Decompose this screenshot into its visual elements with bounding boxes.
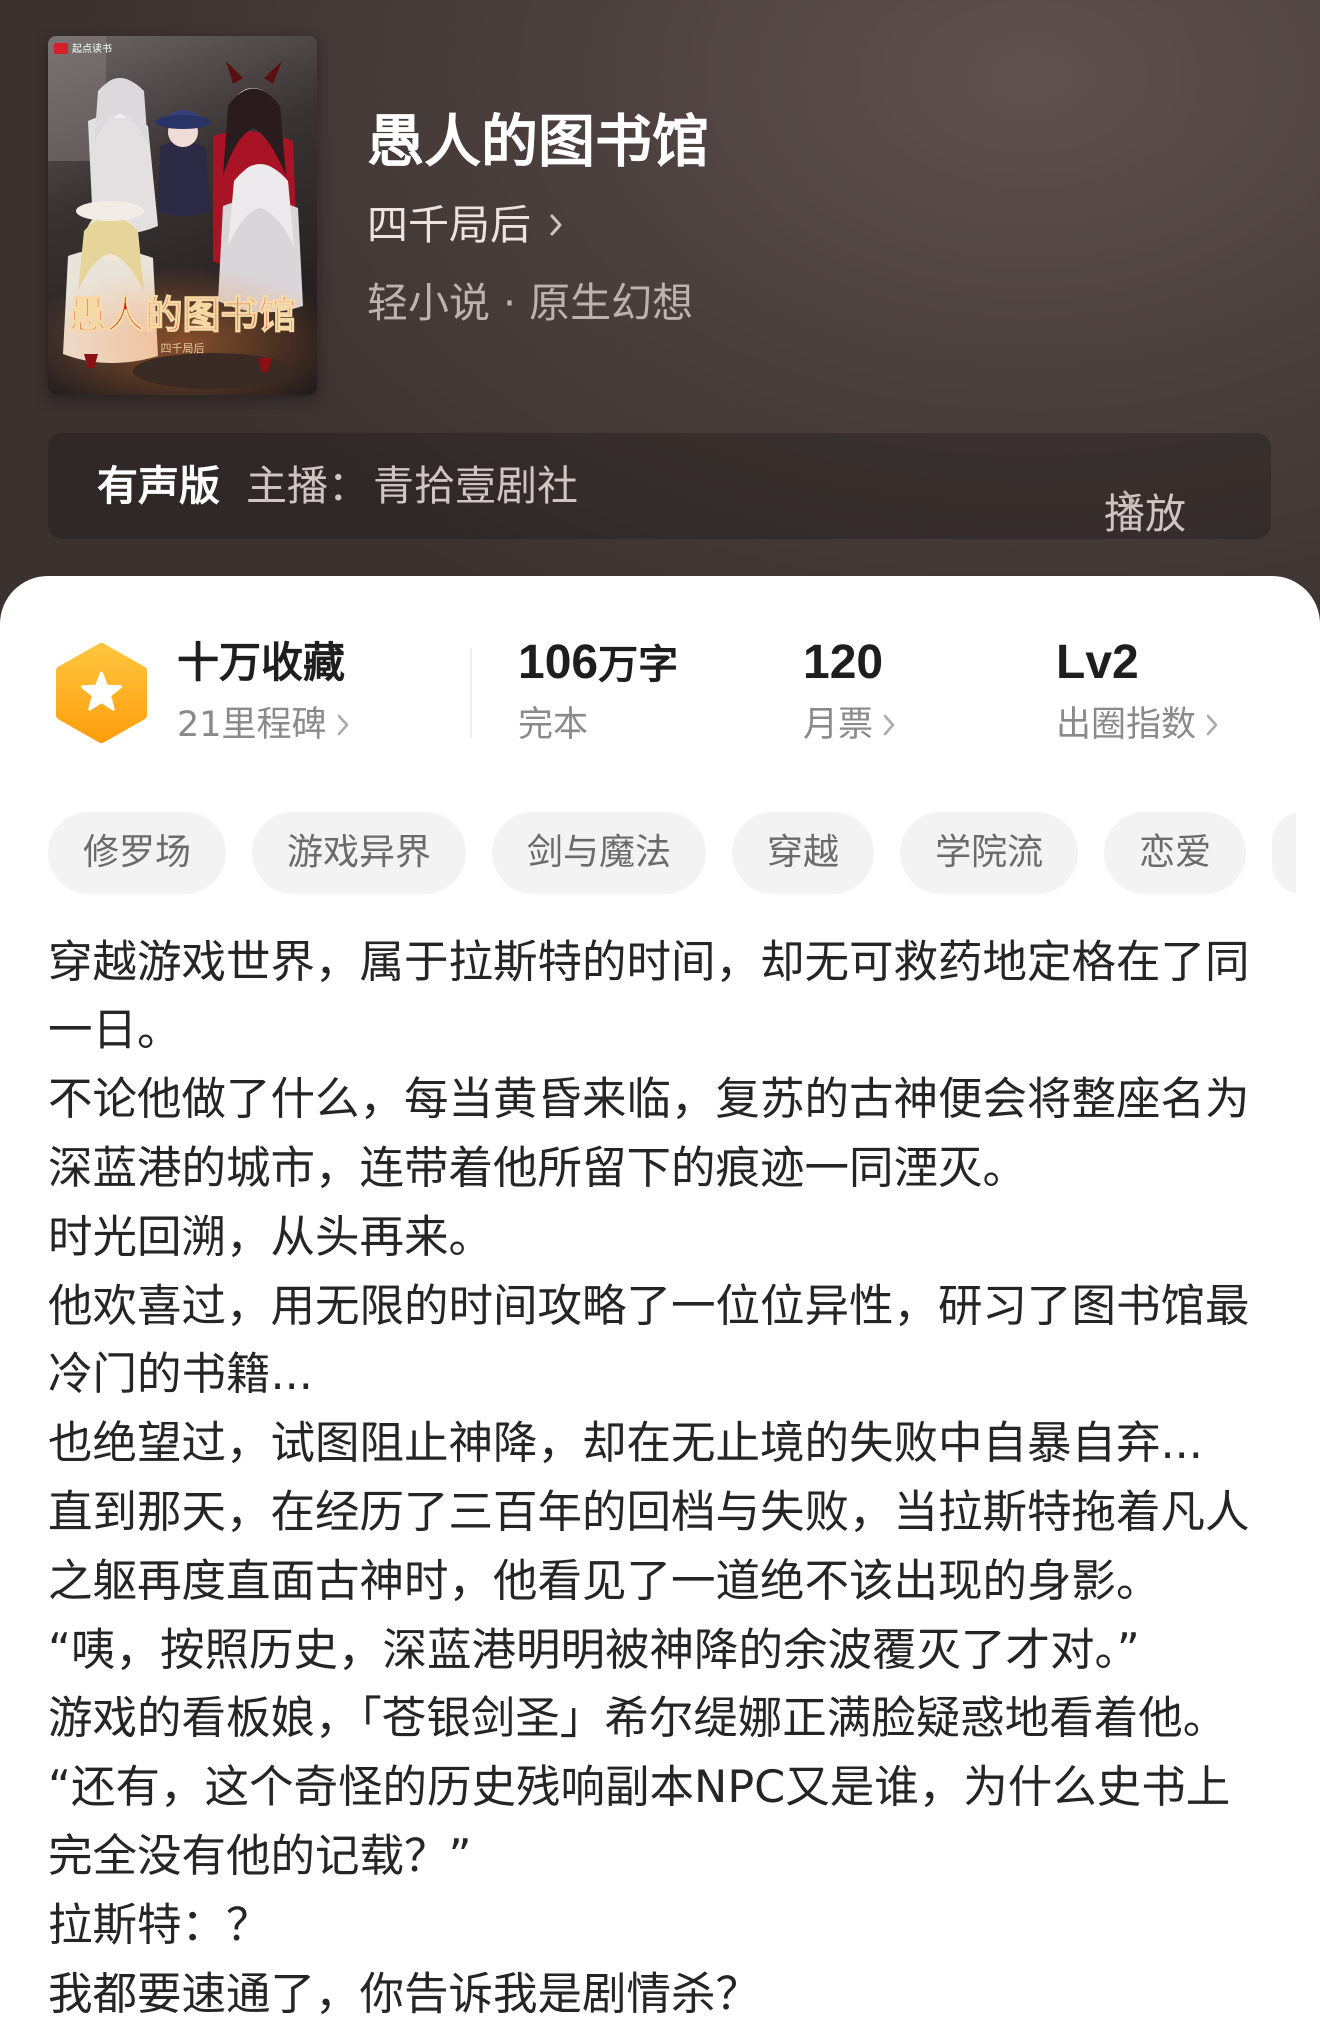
popularity-level-value: Lv2 — [1056, 636, 1139, 689]
chevron-right-icon — [1206, 714, 1218, 736]
synopsis-line: 之躯再度直面古神时，他看见了一道绝不该出现的身影。 — [48, 1555, 1161, 1607]
synopsis-line: 也绝望过，试图阻止神降，却在无止境的失败中自暴自弃... — [48, 1418, 1203, 1470]
audio-edition-label: 有声版 — [97, 462, 220, 510]
star-hexagon-icon — [54, 641, 149, 745]
play-button-label: 播放 — [1104, 490, 1186, 538]
synopsis-line: 他欢喜过，用无限的时间攻略了一位位异性，研习了图书馆最 — [48, 1280, 1250, 1332]
tag-list: 修罗场 游戏异界 剑与魔法 穿越 学院流 恋爱 — [48, 812, 1296, 894]
audio-edition-bar[interactable]: 有声版 主播： 青拾壹剧社 播放 — [48, 433, 1271, 539]
synopsis-line: 穿越游戏世界，属于拉斯特的时间，却无可救药地定格在了同 — [48, 936, 1250, 988]
cover-title-art: 愚人的图书馆 — [68, 292, 296, 337]
cover-author-art: 四千局后 — [161, 342, 205, 355]
synopsis-line: “咦，按照历史，深蓝港明明被神降的余波覆灭了才对。” — [48, 1624, 1140, 1676]
synopsis-line: 完全没有他的记载？” — [48, 1830, 472, 1882]
publisher-badge: 起点读书 — [72, 42, 112, 55]
cover-figure-blue-hat — [155, 110, 211, 216]
tag-chip[interactable]: 恋爱 — [1104, 812, 1247, 894]
chevron-right-icon — [337, 714, 349, 736]
favorites-count: 十万收藏 — [177, 638, 346, 687]
synopsis-line: 时光回溯，从头再来。 — [48, 1211, 494, 1263]
book-category: 轻小说 · 原生幻想 — [367, 279, 694, 327]
synopsis-line: 一日。 — [48, 1005, 182, 1057]
synopsis-line: “还有，这个奇怪的历史残响副本NPC又是谁，为什么史书上 — [48, 1762, 1231, 1814]
monthly-tickets-number: 120 — [803, 636, 884, 689]
tag-chip[interactable]: 修罗场 — [48, 812, 227, 894]
synopsis-line: 直到那天，在经历了三百年的回档与失败，当拉斯特拖着凡人 — [48, 1486, 1250, 1538]
word-count: 106 万字 — [518, 633, 678, 693]
tag-chip[interactable]: 游戏异界 — [252, 812, 467, 894]
book-title: 愚人的图书馆 — [367, 109, 709, 175]
word-count-unit: 万字 — [598, 642, 679, 688]
publisher-logo-icon — [54, 43, 68, 54]
tag-chip-overflow[interactable] — [1272, 812, 1296, 894]
synopsis-line: 拉斯特：？ — [48, 1899, 271, 1951]
word-count-number: 106 — [518, 636, 599, 689]
synopsis-line: 游戏的看板娘，「苍银剑圣」希尔缇娜正满脸疑惑地看着他。 — [48, 1693, 1228, 1745]
chevron-right-icon — [883, 714, 895, 736]
tag-chip[interactable]: 剑与魔法 — [492, 812, 707, 894]
popularity-index-link[interactable]: 出圈指数 — [1056, 703, 1218, 747]
audio-host-label: 主播： — [246, 462, 369, 510]
synopsis-line: 冷门的书籍... — [48, 1349, 313, 1401]
popularity-level: Lv2 — [1056, 633, 1139, 693]
monthly-tickets-link[interactable]: 月票 — [803, 703, 895, 747]
cover-illustration: 愚人的图书馆 四千局后 起点读书 — [48, 36, 317, 395]
tag-chip[interactable]: 穿越 — [732, 812, 875, 894]
completion-status-label: 完本 — [518, 705, 589, 745]
audio-host-name: 青拾壹剧社 — [373, 462, 578, 510]
synopsis-line: 不论他做了什么，每当黄昏来临，复苏的古神便会将整座名为 — [48, 1074, 1250, 1126]
completion-status: 完本 — [518, 703, 588, 747]
tag-chip[interactable]: 学院流 — [900, 812, 1079, 894]
chevron-right-icon — [1122, 489, 1136, 539]
milestone-label: 21里程碑 — [177, 705, 327, 745]
monthly-tickets-count: 120 — [803, 633, 883, 693]
popularity-index-label: 出圈指数 — [1056, 705, 1197, 745]
synopsis-line: 我都要速通了，你告诉我是剧情杀？ — [48, 1968, 761, 2020]
stats-divider — [470, 648, 472, 738]
author-link[interactable]: 四千局后 — [367, 200, 563, 250]
synopsis-line: 深蓝港的城市，连带着他所留下的痕迹一同湮灭。 — [48, 1142, 1028, 1194]
author-name: 四千局后 — [367, 201, 531, 249]
milestone-link[interactable]: 21里程碑 — [177, 703, 349, 747]
chevron-right-icon — [549, 213, 563, 237]
book-synopsis: 穿越游戏世界，属于拉斯特的时间，却无可救药地定格在了同 一日。 不论他做了什么，… — [48, 929, 1308, 2030]
monthly-tickets-label: 月票 — [803, 705, 874, 745]
book-cover[interactable]: 愚人的图书馆 四千局后 起点读书 — [48, 36, 317, 395]
